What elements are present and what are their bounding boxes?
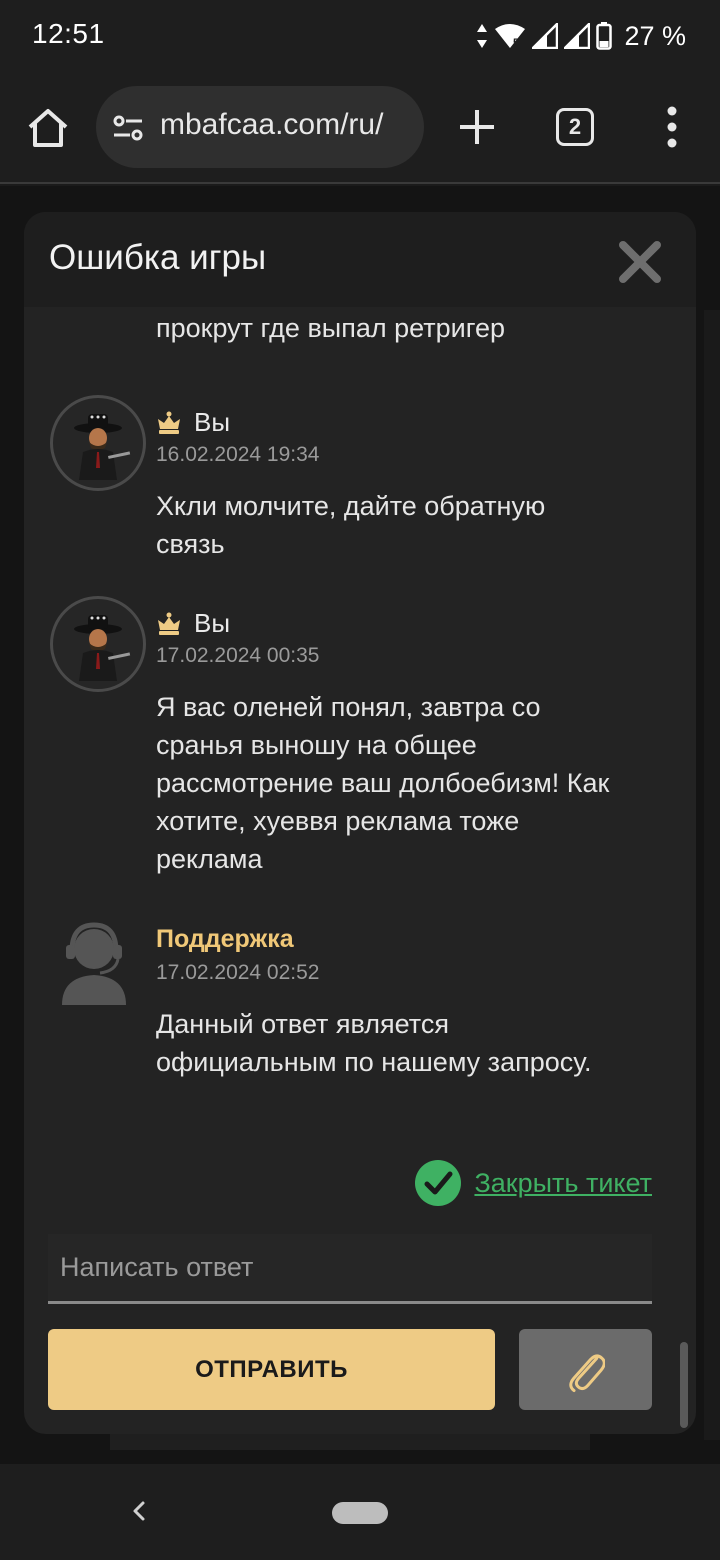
ticket-modal: Ошибка игры прокрут где выпал ретригер В… (24, 212, 696, 1434)
battery-percent: 27 % (624, 20, 686, 51)
page-scrollbar[interactable] (704, 310, 720, 1440)
more-vert-icon[interactable] (660, 104, 684, 150)
message-line: хотите, хуеввя реклама тоже (156, 806, 520, 836)
close-icon[interactable] (618, 240, 662, 284)
avatar (50, 596, 146, 692)
close-ticket-action[interactable]: Закрыть тикет (414, 1158, 652, 1208)
close-ticket-link[interactable]: Закрыть тикет (474, 1168, 652, 1199)
message-line: официальным по нашему запросу. (156, 1047, 592, 1077)
url-text[interactable]: mbafcaa.com/ru/ (160, 108, 412, 142)
modal-title: Ошибка игры (49, 238, 267, 277)
svg-text:5: 5 (513, 37, 519, 49)
message-line: рассмотрение ваш долбоебизм! Как (156, 768, 610, 798)
send-button[interactable]: ОТПРАВИТЬ (48, 1329, 495, 1410)
wifi-icon: 5 (495, 24, 526, 49)
modal-header: Ошибка игры (24, 212, 696, 307)
tabs-button[interactable]: 2 (556, 108, 594, 146)
home-icon[interactable] (26, 106, 70, 150)
message-date: 17.02.2024 00:35 (156, 644, 320, 667)
message-text: Данный ответ является официальным по наш… (156, 1005, 656, 1081)
message-text: Хкли молчите, дайте обратную связь (156, 487, 656, 563)
support-agent-icon (62, 922, 126, 1005)
message-date: 17.02.2024 02:52 (156, 961, 320, 984)
home-pill-icon[interactable] (332, 1502, 388, 1524)
partial-message-text: прокрут где выпал ретригер (156, 313, 505, 343)
plus-icon[interactable] (456, 106, 498, 148)
system-nav-bar (0, 1464, 720, 1560)
message-line: реклама (156, 844, 263, 874)
message-line: Я вас оленей понял, завтра со (156, 692, 541, 722)
address-bar[interactable]: mbafcaa.com/ru/ (96, 86, 424, 168)
paperclip-icon[interactable] (567, 1347, 605, 1393)
author-name: Вы (194, 608, 231, 638)
data-arrows-icon (477, 24, 488, 48)
back-icon[interactable] (128, 1494, 150, 1528)
reply-input[interactable] (48, 1234, 652, 1304)
browser-toolbar: mbafcaa.com/ru/ 2 (0, 72, 720, 184)
message-author: Вы (156, 608, 230, 639)
message-line: Хкли молчите, дайте обратную (156, 491, 546, 521)
status-icons: 5 27 % (476, 18, 686, 54)
author-name: Вы (194, 407, 231, 437)
check-circle-icon[interactable] (414, 1159, 462, 1207)
message-author: Вы (156, 407, 230, 438)
cowboy-avatar-icon (74, 615, 131, 681)
page-footer-strip (110, 1432, 590, 1450)
message-line: связь (156, 529, 225, 559)
site-settings-icon[interactable] (112, 112, 144, 144)
message-line: сранья выношу на общее (156, 730, 477, 760)
signal-icon (532, 23, 559, 49)
attach-button[interactable] (519, 1329, 652, 1410)
modal-scrollbar[interactable] (680, 1342, 688, 1428)
status-bar: 12:51 5 27 % (0, 0, 720, 72)
message-date: 16.02.2024 19:34 (156, 443, 320, 466)
crown-icon (158, 612, 180, 635)
chat-area[interactable]: прокрут где выпал ретригер Вы 16.02.2024… (24, 307, 696, 1137)
status-time: 12:51 (32, 18, 105, 49)
message-author: Поддержка (156, 925, 294, 953)
message-text: Я вас оленей понял, завтра со сранья вын… (156, 688, 656, 878)
message-line: Данный ответ является (156, 1009, 449, 1039)
avatar (50, 395, 146, 491)
signal-icon (564, 23, 591, 49)
crown-icon (158, 411, 180, 434)
cowboy-avatar-icon (74, 414, 131, 480)
battery-icon (596, 22, 613, 50)
